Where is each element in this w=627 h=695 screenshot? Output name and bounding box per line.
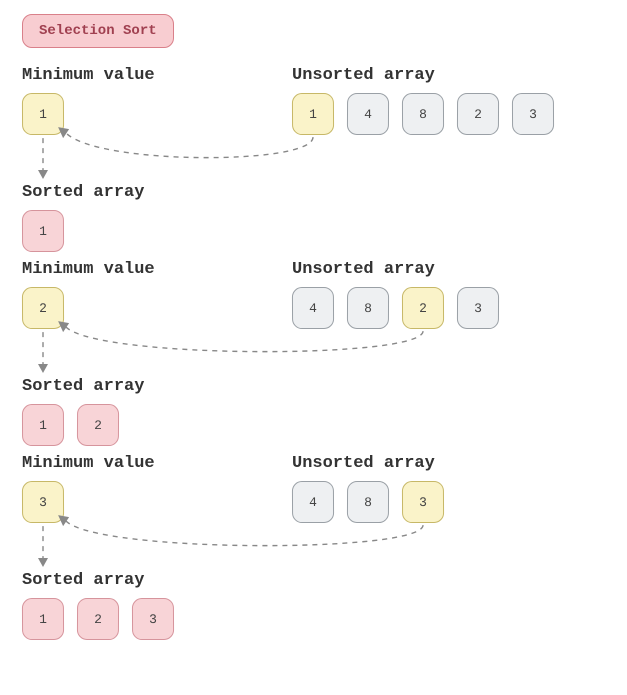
unsorted-cell: 4 <box>292 481 334 523</box>
unsorted-label: Unsorted array <box>292 260 605 279</box>
unsorted-cell: 3 <box>457 287 499 329</box>
sorted-cell: 3 <box>132 598 174 640</box>
unsorted-cell: 2 <box>457 93 499 135</box>
unsorted-cell: 8 <box>402 93 444 135</box>
unsorted-cell: 1 <box>292 93 334 135</box>
unsorted-cell: 8 <box>347 287 389 329</box>
unsorted-cell: 4 <box>292 287 334 329</box>
unsorted-label: Unsorted array <box>292 66 605 85</box>
sorted-cell: 1 <box>22 598 64 640</box>
sorted-cell: 1 <box>22 210 64 252</box>
sorted-cell: 1 <box>22 404 64 446</box>
unsorted-cell: 3 <box>402 481 444 523</box>
minimum-label: Minimum value <box>22 454 292 473</box>
sorted-label: Sorted array <box>22 377 605 396</box>
unsorted-cell: 4 <box>347 93 389 135</box>
step: Minimum value3Unsorted array483Sorted ar… <box>22 454 605 640</box>
min-cell: 3 <box>22 481 64 523</box>
minimum-label: Minimum value <box>22 66 292 85</box>
sorted-label: Sorted array <box>22 183 605 202</box>
unsorted-cell: 3 <box>512 93 554 135</box>
minimum-label: Minimum value <box>22 260 292 279</box>
sorted-label: Sorted array <box>22 571 605 590</box>
step: Minimum value2Unsorted array4823Sorted a… <box>22 260 605 446</box>
unsorted-label: Unsorted array <box>292 454 605 473</box>
step: Minimum value1Unsorted array14823Sorted … <box>22 66 605 252</box>
sorted-cell: 2 <box>77 404 119 446</box>
algorithm-title: Selection Sort <box>22 14 174 48</box>
unsorted-cell: 2 <box>402 287 444 329</box>
min-cell: 1 <box>22 93 64 135</box>
unsorted-cell: 8 <box>347 481 389 523</box>
min-cell: 2 <box>22 287 64 329</box>
sorted-cell: 2 <box>77 598 119 640</box>
